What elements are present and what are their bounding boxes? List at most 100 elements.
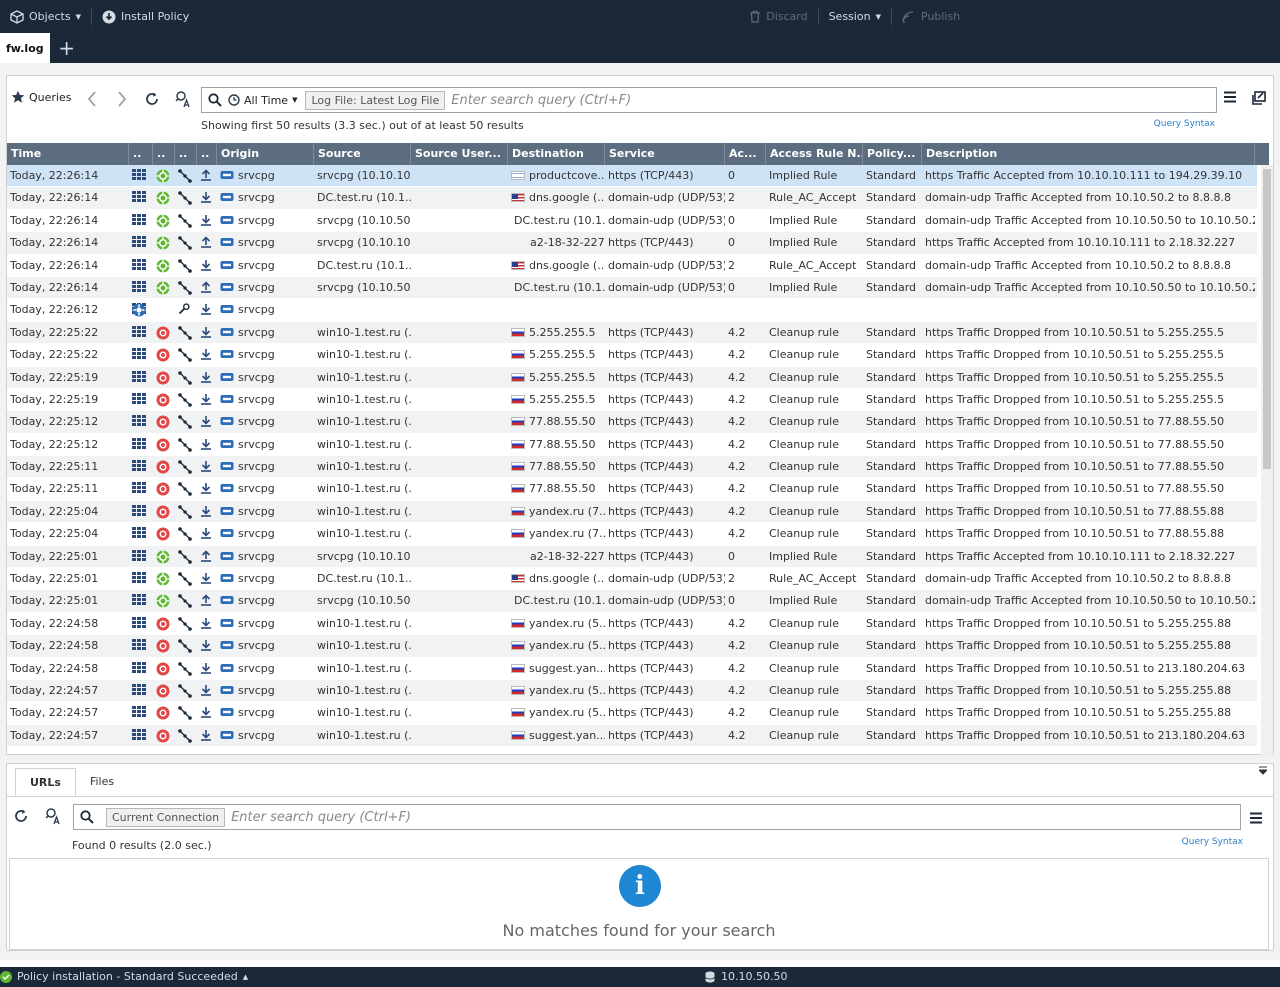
hamburger-menu-button[interactable] — [1223, 91, 1237, 103]
cell-source: DC.test.ru (10.1.... — [317, 191, 411, 205]
table-row[interactable]: Today, 22:26:14 srvcpg srvcpg (10.10.50...… — [7, 276, 1257, 300]
header-col-description[interactable]: Description — [922, 143, 1255, 165]
publish-button[interactable]: Publish — [892, 0, 970, 33]
header-col-service[interactable]: Service — [605, 143, 725, 165]
table-row[interactable]: Today, 22:24:58 srvcpg win10-1.test.ru (..… — [7, 635, 1257, 658]
install-policy-button[interactable]: Install Policy — [92, 0, 199, 33]
clock-icon — [228, 94, 240, 106]
cell-origin: srvcpg — [217, 725, 314, 747]
cell-time: Today, 22:25:01 — [10, 572, 99, 586]
table-row[interactable]: Today, 22:25:04 srvcpg win10-1.test.ru (..… — [7, 523, 1257, 546]
table-row[interactable]: Today, 22:25:12 srvcpg win10-1.test.ru (..… — [7, 411, 1257, 434]
time-filter-dropdown[interactable]: All Time ▼ — [228, 94, 305, 107]
collapse-panel-button[interactable] — [1259, 766, 1267, 775]
table-row[interactable]: Today, 22:26:14 srvcpg DC.test.ru (10.1...… — [7, 187, 1257, 210]
cell-time: Today, 22:25:11 — [10, 460, 99, 474]
table-row[interactable]: Today, 22:25:01 srvcpg srvcpg (10.10.50...… — [7, 590, 1257, 613]
log-file-tag[interactable]: Log File: Latest Log File — [305, 90, 446, 110]
outbound-arrow-icon — [197, 590, 217, 612]
table-row[interactable]: Today, 22:25:01 srvcpg srvcpg (10.10.10...… — [7, 545, 1257, 569]
table-row[interactable]: Today, 22:25:01 srvcpg DC.test.ru (10.1...… — [7, 568, 1257, 591]
header-col-icon3[interactable]: .. — [175, 143, 197, 165]
cell-service: https (TCP/443) — [608, 616, 694, 630]
query-syntax-link[interactable]: Query Syntax — [1182, 837, 1243, 847]
add-tab-button[interactable]: + — [54, 33, 80, 63]
inbound-arrow-icon — [197, 255, 217, 277]
table-row[interactable]: Today, 22:26:14 srvcpg DC.test.ru (10.1...… — [7, 254, 1257, 277]
header-col-icon4[interactable]: .. — [197, 143, 217, 165]
connection-tag[interactable]: Current Connection — [106, 807, 226, 827]
table-row[interactable]: Today, 22:25:22 srvcpg win10-1.test.ru (..… — [7, 344, 1257, 367]
table-row[interactable]: Today, 22:25:22 srvcpg win10-1.test.ru (..… — [7, 321, 1257, 345]
table-row[interactable]: Today, 22:26:12 srvcpg — [7, 299, 1257, 322]
cell-policy: Standard — [866, 280, 917, 294]
cell-access-rule-name: Rule_AC_Accept — [769, 258, 857, 272]
connection-node-icon — [175, 702, 197, 724]
header-col-time[interactable]: Time — [7, 143, 129, 165]
cell-action-rule-number: 4.2 — [728, 415, 746, 429]
table-row[interactable]: Today, 22:24:58 srvcpg win10-1.test.ru (..… — [7, 612, 1257, 636]
details-search-box[interactable]: Current Connection Enter search query (C… — [73, 804, 1241, 830]
cell-source-user — [411, 456, 508, 478]
table-row[interactable]: Today, 22:25:11 srvcpg win10-1.test.ru (..… — [7, 478, 1257, 501]
hamburger-menu-button[interactable] — [1249, 812, 1263, 824]
header-col-action[interactable]: Ac... — [725, 143, 766, 165]
policy-status[interactable]: Policy installation - Standard Succeeded… — [0, 970, 248, 983]
table-row[interactable]: Today, 22:24:57 srvcpg win10-1.test.ru (..… — [7, 702, 1257, 725]
header-col-policy[interactable]: Policy... — [863, 143, 922, 165]
objects-menu[interactable]: Objects ▼ — [0, 0, 91, 33]
table-row[interactable]: Today, 22:25:12 srvcpg win10-1.test.ru (..… — [7, 433, 1257, 457]
cell-description: https Traffic Dropped from 10.10.50.51 t… — [925, 392, 1225, 406]
cell-source: srvcpg (10.10.50.... — [317, 280, 411, 294]
refresh-button[interactable] — [13, 808, 29, 824]
details-search-input[interactable]: Enter search query (Ctrl+F) — [231, 810, 411, 825]
table-row[interactable]: Today, 22:26:14 srvcpg srvcpg (10.10.50...… — [7, 209, 1257, 233]
flag-ru-icon — [511, 439, 525, 449]
cell-service: https (TCP/443) — [608, 482, 694, 496]
table-row[interactable]: Today, 22:26:14 srvcpg srvcpg (10.10.10...… — [7, 232, 1257, 255]
table-row[interactable]: Today, 22:25:19 srvcpg win10-1.test.ru (..… — [7, 366, 1257, 389]
query-language-button[interactable] — [173, 88, 195, 110]
queries-button[interactable]: Queries — [11, 90, 71, 104]
cell-origin: srvcpg — [217, 501, 314, 523]
table-row[interactable]: Today, 22:24:57 srvcpg win10-1.test.ru (..… — [7, 724, 1257, 748]
cell-time: Today, 22:25:04 — [10, 504, 99, 518]
cell-destination: productcove... — [508, 165, 605, 187]
table-body: Today, 22:26:14 srvcpg srvcpg (10.10.10...… — [7, 165, 1257, 748]
tab-urls[interactable]: URLs — [15, 768, 76, 796]
header-col-destination[interactable]: Destination — [508, 143, 605, 165]
log-search-box[interactable]: All Time ▼ Log File: Latest Log File Ent… — [201, 87, 1217, 113]
drop-action-icon — [153, 367, 175, 389]
vertical-scrollbar[interactable] — [1261, 165, 1273, 756]
table-row[interactable]: Today, 22:24:57 srvcpg win10-1.test.ru (..… — [7, 679, 1257, 703]
header-col-access-rule[interactable]: Access Rule N... — [766, 143, 863, 165]
query-language-button[interactable] — [45, 807, 63, 825]
refresh-button[interactable] — [141, 88, 163, 110]
table-row[interactable]: Today, 22:26:14 srvcpg srvcpg (10.10.10...… — [7, 165, 1257, 188]
open-in-window-button[interactable] — [1252, 91, 1266, 105]
tab-fw-log[interactable]: fw.log — [0, 33, 50, 63]
header-col-origin[interactable]: Origin — [217, 143, 314, 165]
flag-ru-icon — [511, 641, 525, 651]
header-col-source-user[interactable]: Source User... — [411, 143, 508, 165]
forward-button[interactable] — [111, 88, 133, 110]
tab-files[interactable]: Files — [76, 768, 128, 796]
cell-source: win10-1.test.ru (... — [317, 527, 411, 541]
table-row[interactable]: Today, 22:24:58 srvcpg win10-1.test.ru (..… — [7, 657, 1257, 680]
query-syntax-link[interactable]: Query Syntax — [1154, 119, 1215, 129]
cell-service: https (TCP/443) — [608, 661, 694, 675]
table-row[interactable]: Today, 22:25:19 srvcpg win10-1.test.ru (..… — [7, 388, 1257, 412]
table-row[interactable]: Today, 22:25:11 srvcpg win10-1.test.ru (..… — [7, 456, 1257, 479]
table-row[interactable]: Today, 22:25:04 srvcpg win10-1.test.ru (..… — [7, 500, 1257, 524]
accept-action-icon — [153, 165, 175, 187]
session-menu[interactable]: Session ▼ — [819, 0, 891, 33]
search-input[interactable]: Enter search query (Ctrl+F) — [451, 93, 631, 108]
cell-description: https Traffic Dropped from 10.10.50.51 t… — [925, 661, 1246, 675]
discard-button[interactable]: Discard — [739, 0, 817, 33]
header-col-icon2[interactable]: .. — [153, 143, 175, 165]
scrollbar-thumb[interactable] — [1263, 169, 1271, 469]
back-button[interactable] — [81, 88, 103, 110]
cell-description: https Traffic Dropped from 10.10.50.51 t… — [925, 683, 1232, 697]
header-col-icon1[interactable]: .. — [129, 143, 153, 165]
header-col-source[interactable]: Source — [314, 143, 411, 165]
